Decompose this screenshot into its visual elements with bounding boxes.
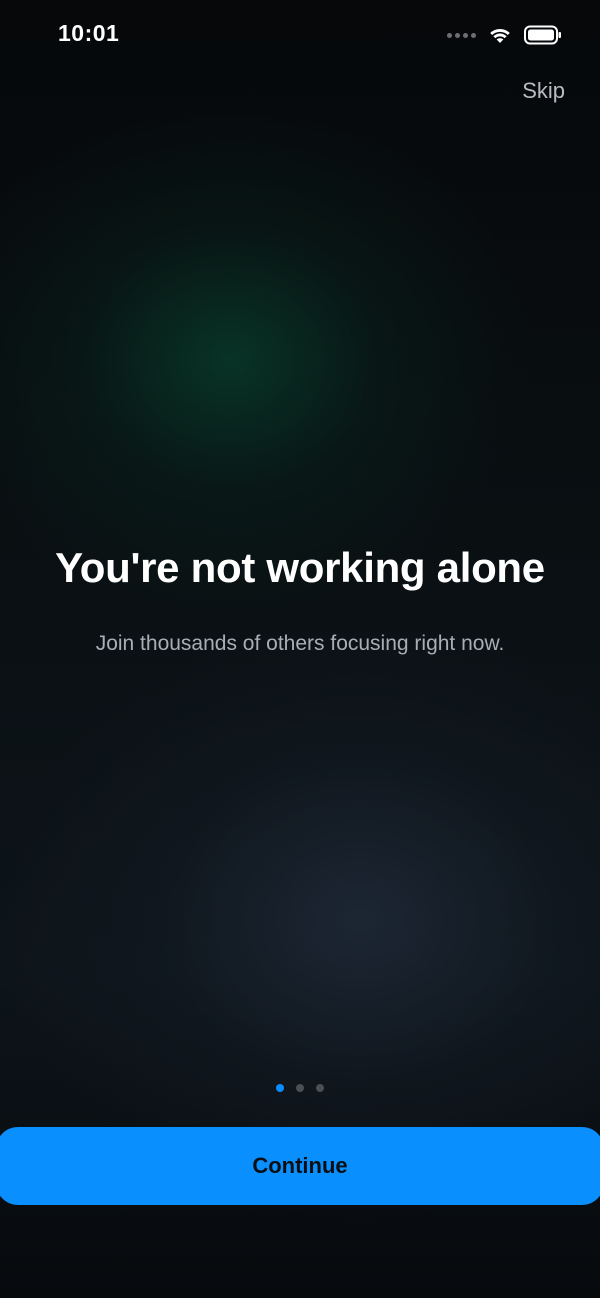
skip-button[interactable]: Skip bbox=[522, 78, 565, 104]
page-dot bbox=[316, 1084, 324, 1092]
signal-dots-icon bbox=[447, 32, 476, 38]
battery-icon bbox=[524, 25, 562, 45]
status-bar: 10:01 bbox=[0, 0, 600, 70]
onboarding-subheadline: Join thousands of others focusing right … bbox=[95, 632, 505, 655]
status-time: 10:01 bbox=[58, 20, 120, 46]
continue-button[interactable]: Continue bbox=[0, 1127, 600, 1205]
onboarding-headline: You're not working alone bbox=[55, 544, 545, 591]
page-dot bbox=[296, 1084, 304, 1092]
wifi-icon bbox=[488, 26, 512, 44]
page-indicator bbox=[0, 1084, 600, 1092]
status-icons bbox=[447, 24, 562, 46]
onboarding-screen: 10:01 Skip You're not working alone Join… bbox=[0, 0, 600, 1298]
page-dot-active bbox=[276, 1084, 284, 1092]
